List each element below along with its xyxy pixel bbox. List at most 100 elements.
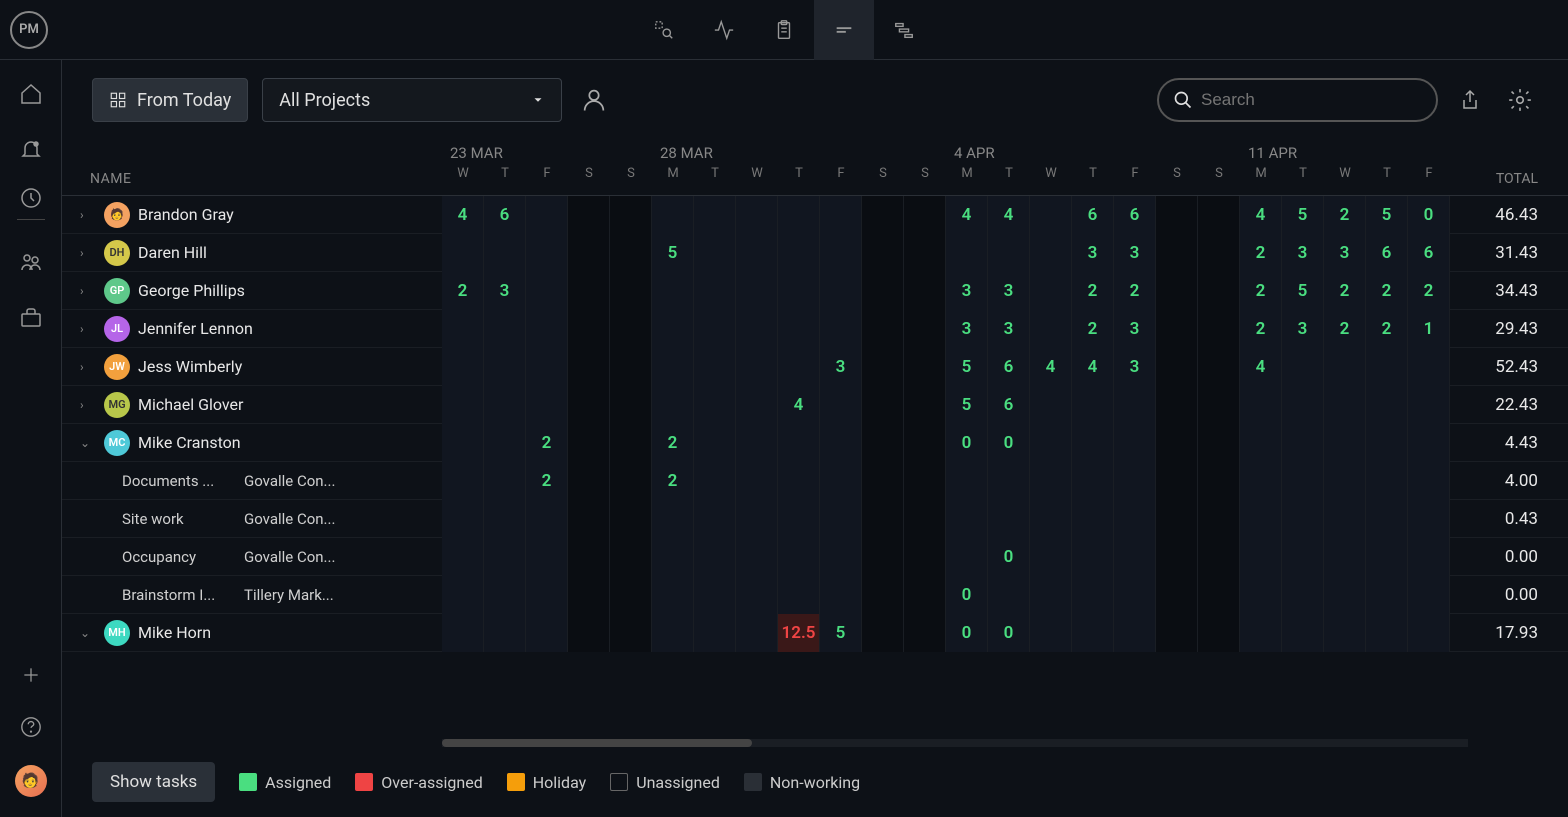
day-cell[interactable]: 12.5 bbox=[778, 614, 820, 652]
day-cell[interactable] bbox=[820, 538, 862, 576]
chevron-down-icon[interactable]: ⌄ bbox=[80, 436, 96, 450]
day-cell[interactable] bbox=[1198, 310, 1240, 348]
day-cell[interactable]: 3 bbox=[1282, 234, 1324, 272]
day-cell[interactable]: 2 bbox=[526, 424, 568, 462]
day-cell[interactable] bbox=[778, 424, 820, 462]
day-cell[interactable] bbox=[610, 538, 652, 576]
day-cell[interactable] bbox=[484, 348, 526, 386]
day-cell[interactable] bbox=[526, 310, 568, 348]
day-cell[interactable] bbox=[652, 272, 694, 310]
day-cell[interactable] bbox=[526, 386, 568, 424]
day-cell[interactable] bbox=[1324, 576, 1366, 614]
help-icon[interactable] bbox=[17, 713, 45, 741]
day-cell[interactable] bbox=[820, 196, 862, 234]
day-cell[interactable] bbox=[904, 576, 946, 614]
show-tasks-button[interactable]: Show tasks bbox=[92, 762, 215, 802]
day-cell[interactable]: 2 bbox=[1408, 272, 1450, 310]
user-avatar[interactable]: 🧑 bbox=[15, 765, 47, 797]
day-cell[interactable] bbox=[1366, 500, 1408, 538]
task-name[interactable]: Brainstorm I... bbox=[122, 586, 232, 604]
day-cell[interactable]: 5 bbox=[1282, 272, 1324, 310]
day-cell[interactable] bbox=[778, 348, 820, 386]
day-cell[interactable] bbox=[694, 234, 736, 272]
day-cell[interactable] bbox=[1366, 614, 1408, 652]
day-cell[interactable] bbox=[526, 272, 568, 310]
day-cell[interactable] bbox=[988, 234, 1030, 272]
day-cell[interactable]: 5 bbox=[946, 348, 988, 386]
day-cell[interactable] bbox=[442, 424, 484, 462]
day-cell[interactable] bbox=[904, 196, 946, 234]
day-cell[interactable]: 2 bbox=[1366, 310, 1408, 348]
day-cell[interactable] bbox=[946, 462, 988, 500]
day-cell[interactable]: 5 bbox=[820, 614, 862, 652]
day-cell[interactable] bbox=[1030, 272, 1072, 310]
day-cell[interactable] bbox=[1198, 386, 1240, 424]
day-cell[interactable] bbox=[1072, 500, 1114, 538]
day-cell[interactable]: 1 bbox=[1408, 310, 1450, 348]
person-name[interactable]: Brandon Gray bbox=[138, 205, 234, 224]
day-cell[interactable] bbox=[1282, 462, 1324, 500]
day-cell[interactable] bbox=[694, 386, 736, 424]
day-cell[interactable]: 0 bbox=[946, 576, 988, 614]
day-cell[interactable] bbox=[904, 462, 946, 500]
day-cell[interactable] bbox=[1240, 614, 1282, 652]
person-name[interactable]: Jess Wimberly bbox=[138, 357, 242, 376]
day-cell[interactable] bbox=[1240, 424, 1282, 462]
task-name[interactable]: Occupancy bbox=[122, 548, 232, 566]
day-cell[interactable] bbox=[694, 576, 736, 614]
day-cell[interactable] bbox=[1324, 462, 1366, 500]
day-cell[interactable] bbox=[610, 576, 652, 614]
day-cell[interactable] bbox=[652, 576, 694, 614]
project-selector-dropdown[interactable]: All Projects bbox=[262, 78, 562, 122]
day-cell[interactable]: 6 bbox=[484, 196, 526, 234]
day-cell[interactable] bbox=[736, 614, 778, 652]
day-cell[interactable] bbox=[1114, 462, 1156, 500]
day-cell[interactable] bbox=[1156, 386, 1198, 424]
day-cell[interactable]: 0 bbox=[1408, 196, 1450, 234]
person-name[interactable]: Michael Glover bbox=[138, 395, 243, 414]
day-cell[interactable]: 4 bbox=[1072, 348, 1114, 386]
day-cell[interactable] bbox=[778, 272, 820, 310]
day-cell[interactable]: 3 bbox=[484, 272, 526, 310]
day-cell[interactable] bbox=[568, 614, 610, 652]
day-cell[interactable]: 4 bbox=[778, 386, 820, 424]
day-cell[interactable] bbox=[1408, 462, 1450, 500]
day-cell[interactable] bbox=[1282, 500, 1324, 538]
day-cell[interactable]: 4 bbox=[1240, 196, 1282, 234]
day-cell[interactable] bbox=[1408, 424, 1450, 462]
day-cell[interactable]: 5 bbox=[1366, 196, 1408, 234]
day-cell[interactable] bbox=[862, 196, 904, 234]
day-cell[interactable] bbox=[1240, 386, 1282, 424]
day-cell[interactable]: 4 bbox=[1240, 348, 1282, 386]
day-cell[interactable] bbox=[736, 386, 778, 424]
day-cell[interactable]: 2 bbox=[1240, 234, 1282, 272]
recent-icon[interactable] bbox=[17, 192, 45, 220]
day-cell[interactable]: 3 bbox=[1324, 234, 1366, 272]
day-cell[interactable] bbox=[820, 500, 862, 538]
day-cell[interactable] bbox=[1156, 500, 1198, 538]
day-cell[interactable] bbox=[610, 500, 652, 538]
day-cell[interactable] bbox=[736, 500, 778, 538]
add-icon[interactable] bbox=[17, 661, 45, 689]
day-cell[interactable] bbox=[904, 272, 946, 310]
day-cell[interactable] bbox=[442, 500, 484, 538]
day-cell[interactable] bbox=[862, 500, 904, 538]
day-cell[interactable] bbox=[1030, 538, 1072, 576]
day-cell[interactable] bbox=[820, 424, 862, 462]
day-cell[interactable] bbox=[1366, 386, 1408, 424]
day-cell[interactable]: 3 bbox=[1072, 234, 1114, 272]
day-cell[interactable] bbox=[484, 500, 526, 538]
day-cell[interactable] bbox=[1156, 272, 1198, 310]
day-cell[interactable]: 2 bbox=[1324, 272, 1366, 310]
day-cell[interactable] bbox=[862, 310, 904, 348]
day-cell[interactable] bbox=[862, 386, 904, 424]
day-cell[interactable] bbox=[1240, 538, 1282, 576]
day-cell[interactable] bbox=[568, 576, 610, 614]
day-cell[interactable] bbox=[1030, 462, 1072, 500]
day-cell[interactable]: 3 bbox=[1282, 310, 1324, 348]
day-cell[interactable] bbox=[1324, 614, 1366, 652]
day-cell[interactable] bbox=[1198, 462, 1240, 500]
day-cell[interactable]: 2 bbox=[1324, 196, 1366, 234]
day-cell[interactable] bbox=[484, 576, 526, 614]
day-cell[interactable] bbox=[1030, 196, 1072, 234]
